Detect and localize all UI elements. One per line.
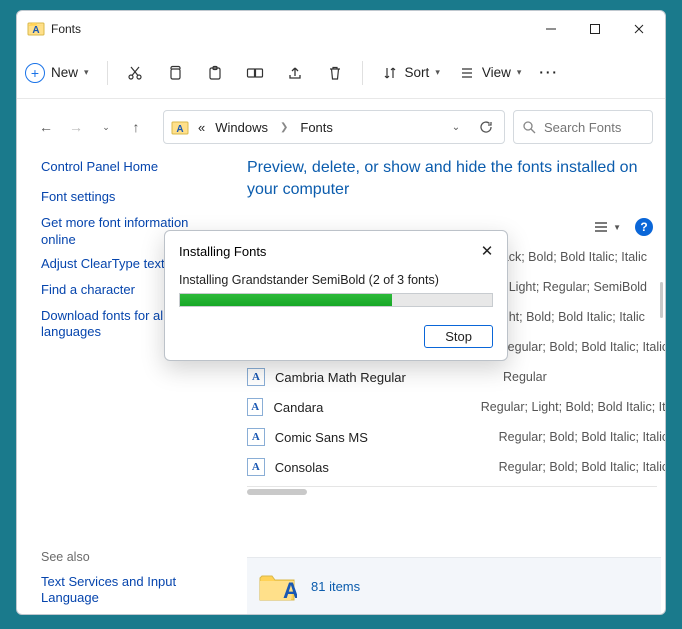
svg-text:A: A — [283, 578, 297, 603]
sort-icon — [381, 64, 399, 82]
font-row[interactable]: A Consolas Regular; Bold; Bold Italic; Ita… — [247, 452, 665, 482]
font-styles: Regular; Light; Bold; Bold Italic; Itali… — [481, 400, 665, 414]
chevron-down-icon: ▾ — [435, 67, 440, 78]
sidebar: Control Panel Home Font settings Get mor… — [17, 155, 219, 614]
location-icon: A — [170, 117, 190, 137]
view-icon — [458, 64, 476, 82]
address-bar[interactable]: A « Windows ❯ Fonts ⌄ — [163, 110, 505, 144]
page-heading: Preview, delete, or show and hide the fo… — [247, 157, 665, 212]
main-pane: Preview, delete, or show and hide the fo… — [219, 155, 665, 614]
font-styles: Regular; Bold; Bold Italic; Italic — [499, 430, 665, 444]
nav-row: ← → ⌄ ↑ A « Windows ❯ Fonts ⌄ — [17, 99, 665, 155]
chevron-right-icon: ❯ — [276, 122, 292, 133]
font-styles: Regular; Bold; Bold Italic; Italic — [499, 460, 665, 474]
folder-fonts-icon: A — [257, 566, 297, 606]
font-row[interactable]: A Candara Regular; Light; Bold; Bold Itali… — [247, 392, 665, 422]
new-button[interactable]: + New ▾ — [25, 63, 89, 83]
copy-icon[interactable] — [166, 64, 184, 82]
scrollbar-horizontal[interactable] — [247, 486, 657, 496]
chevron-down-icon: ▾ — [517, 67, 522, 78]
search-box[interactable] — [513, 110, 653, 144]
refresh-button[interactable] — [474, 120, 498, 134]
sidebar-link[interactable]: Font settings — [41, 183, 219, 209]
maximize-button[interactable] — [573, 14, 617, 44]
forward-button[interactable]: → — [65, 116, 87, 138]
see-also-label: See also — [41, 544, 219, 568]
back-button[interactable]: ← — [35, 116, 57, 138]
delete-icon[interactable] — [326, 64, 344, 82]
up-button[interactable]: ↑ — [125, 116, 147, 138]
command-bar: + New ▾ Sort ▾ View ▾ ··· — [17, 47, 665, 99]
font-icon: A — [247, 368, 265, 386]
item-count: 81 items — [311, 579, 360, 594]
scrollbar-vertical[interactable] — [660, 282, 663, 318]
font-styles: lack; Bold; Bold Italic; Italic — [499, 250, 647, 264]
search-icon — [522, 120, 536, 134]
layout-dropdown[interactable]: ▼ — [593, 220, 621, 234]
dialog-message: Installing Grandstander SemiBold (2 of 3… — [179, 273, 493, 293]
breadcrumb[interactable]: Windows — [213, 120, 270, 135]
plus-icon: + — [25, 63, 45, 83]
font-name: Cambria Math Regular — [275, 370, 493, 385]
font-row[interactable]: A Comic Sans MS Regular; Bold; Bold Italic… — [247, 422, 665, 452]
chevron-down-icon: ▾ — [84, 67, 89, 78]
font-name: Consolas — [275, 460, 489, 475]
breadcrumb[interactable]: Fonts — [298, 120, 335, 135]
font-styles: niLight; Regular; SemiBold — [499, 280, 647, 294]
font-icon: A — [247, 428, 265, 446]
dialog-close-button[interactable]: ✕ — [477, 241, 497, 261]
window-title: Fonts — [51, 22, 529, 36]
font-styles: Regular; Bold; Bold Italic; Italic — [499, 340, 665, 354]
font-row[interactable]: A Cambria Math Regular Regular — [247, 362, 665, 392]
font-styles: ight; Bold; Bold Italic; Italic — [499, 310, 645, 324]
sidebar-link[interactable]: Text Services and Input Language — [41, 568, 219, 608]
minimize-button[interactable] — [529, 14, 573, 44]
font-name: Comic Sans MS — [275, 430, 489, 445]
font-icon: A — [247, 398, 263, 416]
close-button[interactable] — [617, 14, 661, 44]
svg-text:A: A — [32, 25, 39, 36]
recent-dropdown[interactable]: ⌄ — [95, 116, 117, 138]
font-name: Candara — [273, 400, 470, 415]
share-icon[interactable] — [286, 64, 304, 82]
view-button[interactable]: View ▾ — [458, 64, 522, 82]
help-icon[interactable]: ? — [635, 218, 653, 236]
rename-icon[interactable] — [246, 64, 264, 82]
font-icon: A — [247, 458, 265, 476]
app-icon: A — [27, 20, 45, 38]
dialog-title: Installing Fonts — [179, 244, 477, 259]
font-styles: Regular — [503, 370, 547, 384]
paste-icon[interactable] — [206, 64, 224, 82]
address-dropdown[interactable]: ⌄ — [444, 122, 468, 133]
svg-text:A: A — [176, 124, 183, 135]
stop-button[interactable]: Stop — [424, 325, 493, 348]
control-panel-home-link[interactable]: Control Panel Home — [41, 159, 219, 183]
cut-icon[interactable] — [126, 64, 144, 82]
titlebar: A Fonts — [17, 11, 665, 47]
installing-fonts-dialog: Installing Fonts ✕ Installing Grandstand… — [164, 230, 508, 361]
sort-button[interactable]: Sort ▾ — [381, 64, 440, 82]
progress-bar — [179, 293, 493, 307]
more-button[interactable]: ··· — [539, 65, 559, 80]
status-bar: A 81 items — [247, 557, 661, 614]
search-input[interactable] — [544, 120, 644, 135]
